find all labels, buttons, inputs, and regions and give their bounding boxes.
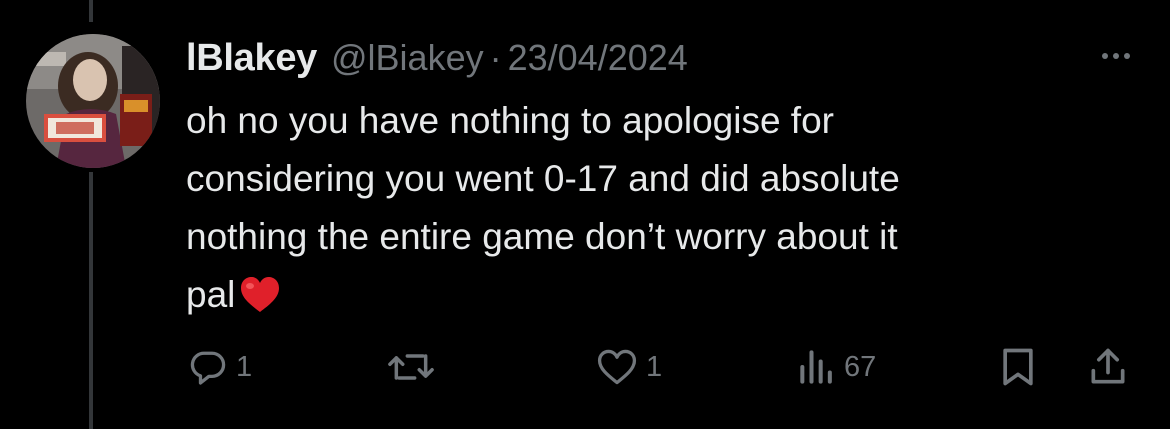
reply-icon bbox=[190, 351, 226, 385]
retweet-button[interactable] bbox=[386, 345, 436, 389]
tweet-text-container: oh no you have nothing to apologise for … bbox=[186, 92, 1136, 332]
bookmark-icon bbox=[1003, 348, 1033, 386]
user-handle[interactable]: @lBiakey bbox=[331, 37, 484, 79]
reply-button[interactable]: 1 bbox=[186, 345, 252, 389]
views-count: 67 bbox=[844, 350, 877, 383]
red-heart-emoji bbox=[239, 274, 281, 332]
like-button[interactable]: 1 bbox=[594, 345, 662, 389]
share-button[interactable] bbox=[1086, 345, 1130, 389]
tweet-header: lBlakey @lBiakey · 23/04/2024 bbox=[186, 30, 688, 86]
retweet-icon bbox=[388, 354, 434, 380]
display-name[interactable]: lBlakey bbox=[186, 37, 317, 80]
analytics-icon bbox=[800, 350, 832, 384]
heart-outline-icon bbox=[597, 349, 637, 385]
more-horizontal-icon[interactable] bbox=[1092, 44, 1140, 68]
separator-dot: · bbox=[489, 37, 502, 78]
reply-count: 1 bbox=[236, 350, 253, 383]
like-count: 1 bbox=[646, 350, 663, 383]
tweet-date[interactable]: 23/04/2024 bbox=[508, 37, 688, 79]
tweet-text: oh no you have nothing to apologise for … bbox=[186, 100, 900, 315]
share-icon bbox=[1091, 348, 1125, 384]
avatar[interactable] bbox=[26, 34, 160, 168]
bookmark-button[interactable] bbox=[998, 345, 1038, 389]
thread-line-bottom bbox=[89, 172, 93, 429]
thread-line-top bbox=[89, 0, 93, 22]
views-button[interactable]: 67 bbox=[796, 345, 876, 389]
